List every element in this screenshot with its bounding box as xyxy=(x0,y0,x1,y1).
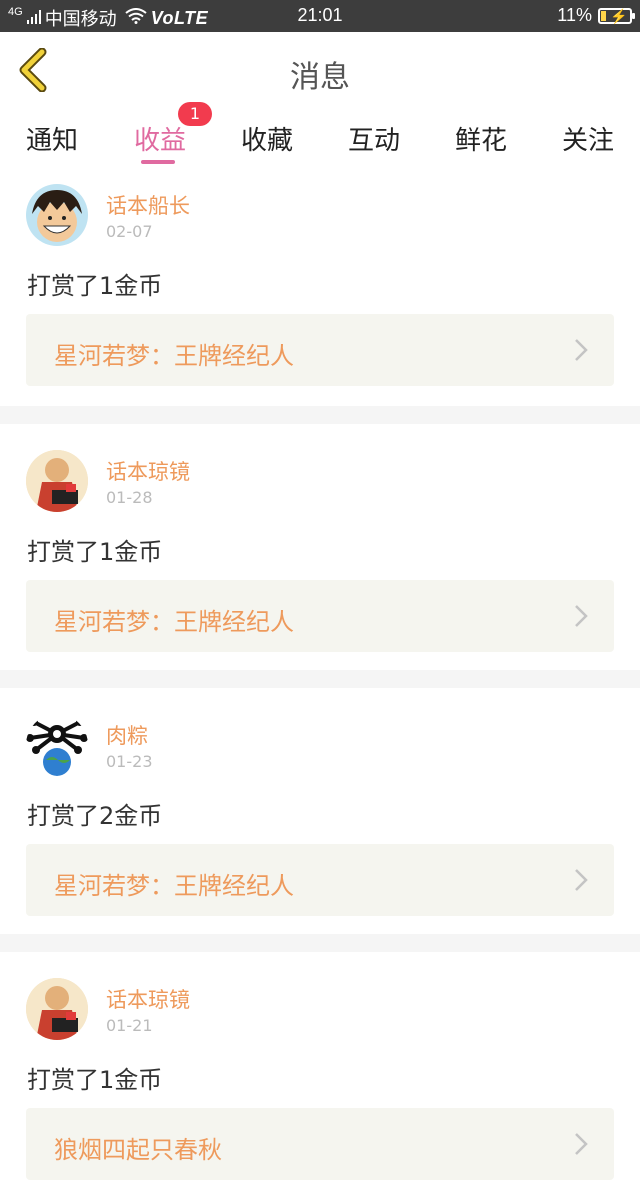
message-text: 打赏了1金币 xyxy=(27,538,163,566)
tab-notice[interactable]: 通知 xyxy=(26,120,78,157)
avatar[interactable] xyxy=(26,714,88,776)
message-text: 打赏了2金币 xyxy=(27,802,163,830)
book-link[interactable]: 星河若梦：王牌经纪人 xyxy=(26,844,614,916)
tab-bar: 通知 收益 1 收藏 互动 鲜花 关注 xyxy=(0,102,640,170)
book-link[interactable]: 狼烟四起只春秋 xyxy=(26,1108,614,1180)
chevron-right-icon xyxy=(575,869,588,891)
username[interactable]: 肉粽 xyxy=(106,720,148,750)
status-bar: 4G 中国移动 VoLTE 21:01 11% ⚡ xyxy=(0,0,640,32)
username[interactable]: 话本琼镜 xyxy=(106,984,190,1014)
tab-interactions[interactable]: 互动 xyxy=(348,120,400,157)
message-text: 打赏了1金币 xyxy=(27,272,163,300)
tab-flowers[interactable]: 鲜花 xyxy=(455,120,507,157)
tab-favorites[interactable]: 收藏 xyxy=(241,120,293,157)
book-title: 狼烟四起只春秋 xyxy=(54,1136,222,1164)
chevron-right-icon xyxy=(575,1133,588,1155)
list-item: 话本船长 02-07 打赏了1金币 星河若梦：王牌经纪人 xyxy=(0,170,640,406)
book-link[interactable]: 星河若梦：王牌经纪人 xyxy=(26,580,614,652)
list-item: 肉粽 01-23 打赏了2金币 星河若梦：王牌经纪人 xyxy=(0,688,640,934)
message-date: 01-23 xyxy=(106,752,153,771)
book-link[interactable]: 星河若梦：王牌经纪人 xyxy=(26,314,614,386)
battery-icon: ⚡ xyxy=(598,7,635,24)
book-title: 星河若梦：王牌经纪人 xyxy=(54,342,294,370)
avatar[interactable] xyxy=(26,450,88,512)
message-date: 01-28 xyxy=(106,488,153,507)
message-list: 话本船长 02-07 打赏了1金币 星河若梦：王牌经纪人 话本琼镜 01-28 … xyxy=(0,170,640,1198)
battery-percent: 11% xyxy=(557,5,592,25)
unread-badge: 1 xyxy=(178,102,212,126)
divider xyxy=(0,934,640,952)
chevron-right-icon xyxy=(575,605,588,627)
tab-earnings[interactable]: 收益 xyxy=(134,120,186,157)
top-nav-bar: 消息 xyxy=(0,32,640,109)
tab-following[interactable]: 关注 xyxy=(562,120,614,157)
message-date: 02-07 xyxy=(106,222,153,241)
message-date: 01-21 xyxy=(106,1016,153,1035)
list-item: 话本琼镜 01-28 打赏了1金币 星河若梦：王牌经纪人 xyxy=(0,424,640,670)
book-title: 星河若梦：王牌经纪人 xyxy=(54,608,294,636)
username[interactable]: 话本船长 xyxy=(106,190,190,220)
active-tab-indicator xyxy=(141,160,175,164)
username[interactable]: 话本琼镜 xyxy=(106,456,190,486)
clock: 21:01 xyxy=(297,5,343,25)
message-text: 打赏了1金币 xyxy=(27,1066,163,1094)
chevron-right-icon xyxy=(575,339,588,361)
divider xyxy=(0,406,640,424)
page-title: 消息 xyxy=(290,60,350,95)
list-item: 话本琼镜 01-21 打赏了1金币 狼烟四起只春秋 xyxy=(0,952,640,1198)
avatar[interactable] xyxy=(26,978,88,1040)
divider xyxy=(0,670,640,688)
book-title: 星河若梦：王牌经纪人 xyxy=(54,872,294,900)
avatar[interactable] xyxy=(26,184,88,246)
